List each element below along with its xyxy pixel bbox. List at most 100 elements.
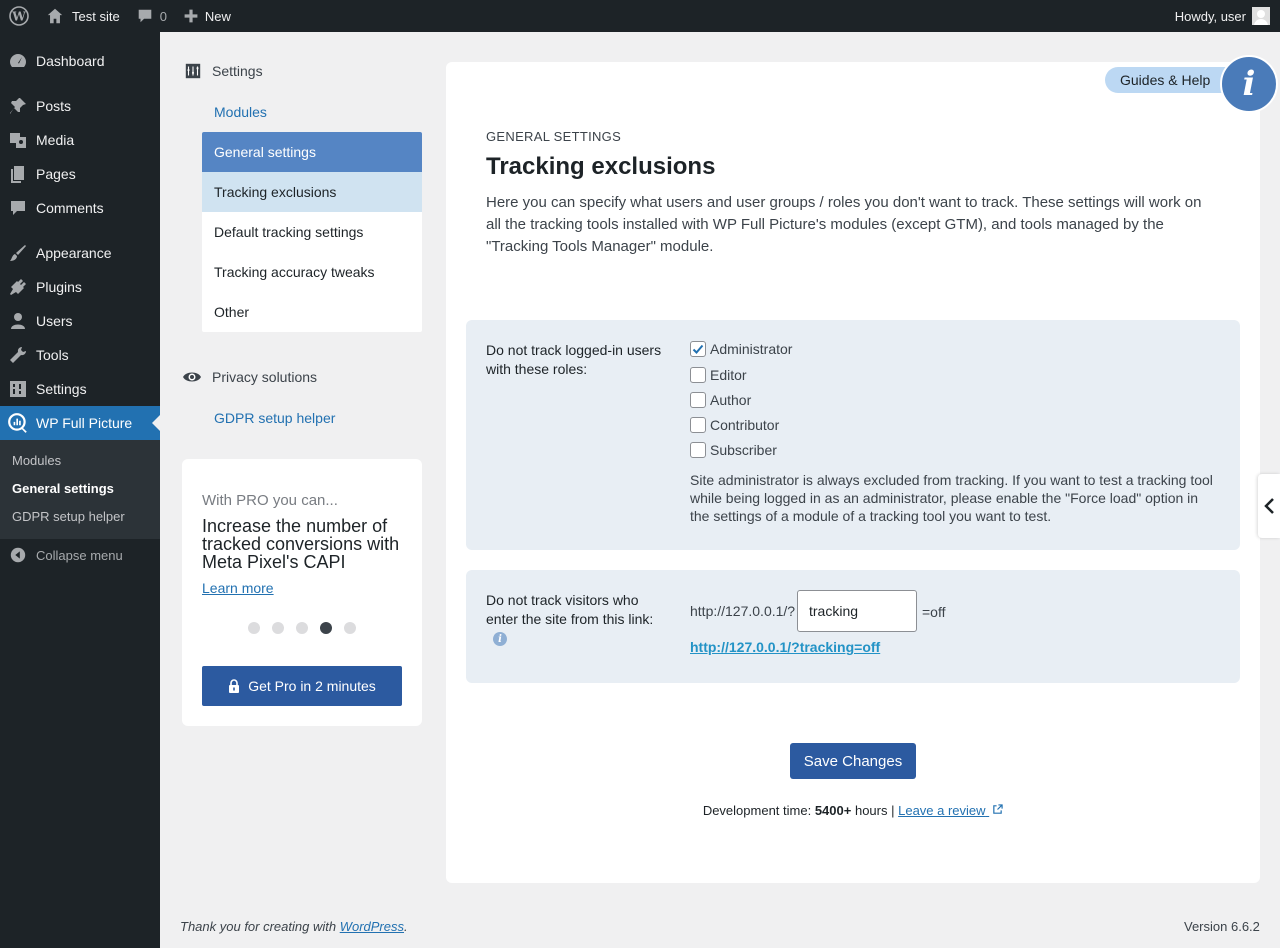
role-subscriber-label: Subscriber [710, 442, 777, 458]
slider-dot[interactable] [320, 622, 332, 634]
menu-item-appearance[interactable]: Appearance [0, 236, 160, 270]
promo-lead: With PRO you can... [202, 492, 338, 509]
menu-item-dashboard[interactable]: Dashboard [0, 44, 160, 78]
leave-review-link[interactable]: Leave a review [898, 803, 1003, 818]
modules-link[interactable]: Modules [214, 104, 267, 120]
dashboard-icon [10, 54, 26, 67]
menu-item-comments[interactable]: Comments [0, 191, 160, 225]
comment-icon [138, 9, 151, 23]
role-editor-row[interactable]: Editor [690, 367, 747, 383]
roles-field-label: Do not track logged-in users with these … [486, 342, 662, 377]
slider-dot[interactable] [344, 622, 356, 634]
nav-item-tracking-exclusions[interactable]: Tracking exclusions [202, 172, 422, 212]
link-field-box: Do not track visitors who enter the site… [466, 570, 1240, 683]
nav-item-other[interactable]: Other [202, 292, 422, 332]
role-subscriber-row[interactable]: Subscriber [690, 442, 777, 458]
menu-label-comments: Comments [36, 200, 104, 216]
menu-label-tools: Tools [36, 347, 69, 363]
footer-thanks: Thank you for creating with WordPress. [180, 919, 408, 934]
site-name: Test site [72, 8, 120, 24]
menu-item-tools[interactable]: Tools [0, 338, 160, 372]
submenu-item-gdpr-setup-helper[interactable]: GDPR setup helper [12, 509, 125, 524]
role-author-row[interactable]: Author [690, 392, 751, 408]
checkmark-icon [692, 344, 704, 354]
footer-thanks-suffix: . [404, 919, 408, 934]
menu-item-plugins[interactable]: Plugins [0, 270, 160, 304]
site-name-link[interactable]: Test site [38, 0, 128, 32]
promo-learn-more-link[interactable]: Learn more [202, 580, 274, 596]
analytics-icon [8, 413, 27, 433]
plus-icon [184, 9, 198, 23]
new-content-link[interactable]: New [175, 0, 239, 32]
role-subscriber-checkbox[interactable] [690, 442, 706, 458]
promo-title: Increase the number of tracked conversio… [202, 516, 400, 572]
url-prefix: http://127.0.0.1/? [690, 603, 796, 619]
greeting: Howdy, user [1174, 8, 1246, 24]
role-author-label: Author [710, 392, 752, 408]
menu-item-pages[interactable]: Pages [0, 157, 160, 191]
info-icon[interactable]: i [1220, 55, 1278, 113]
menu-label-pages: Pages [36, 166, 76, 182]
pro-promo-box: With PRO you can... Increase the number … [182, 459, 422, 726]
roles-field-box: Do not track logged-in users with these … [466, 320, 1240, 550]
slider-dot[interactable] [296, 622, 308, 634]
role-contributor-row[interactable]: Contributor [690, 417, 779, 433]
get-pro-button[interactable]: Get Pro in 2 minutes [202, 666, 402, 706]
media-icon [10, 133, 26, 148]
footer-thanks-prefix: Thank you for creating with [180, 919, 337, 934]
wrench-icon [10, 346, 27, 363]
tracking-param-input[interactable] [797, 590, 917, 632]
page-title: Tracking exclusions [486, 153, 716, 180]
menu-label-wp-full-picture: WP Full Picture [36, 415, 133, 431]
settings-heading: Settings [184, 62, 263, 80]
nav-item-general-settings[interactable]: General settings [202, 132, 422, 172]
section-label: General settings [486, 129, 622, 144]
menu-label-appearance: Appearance [36, 245, 112, 261]
privacy-heading: Privacy solutions [182, 368, 317, 386]
plug-icon [10, 279, 26, 295]
wordpress-logo-button[interactable]: W [0, 0, 38, 32]
menu-item-media[interactable]: Media [0, 123, 160, 157]
info-tooltip-icon[interactable]: i [493, 632, 507, 646]
role-editor-checkbox[interactable] [690, 367, 706, 383]
settings-heading-label: Settings [212, 63, 263, 79]
eye-icon [183, 372, 201, 382]
wp-full-picture-submenu: Modules General settings GDPR setup help… [0, 440, 160, 539]
menu-item-users[interactable]: Users [0, 304, 160, 338]
menu-item-settings[interactable]: Settings [0, 372, 160, 406]
pages-icon [11, 166, 24, 183]
save-changes-button[interactable]: Save Changes [790, 743, 916, 779]
roles-field-note: Site administrator is always excluded fr… [690, 472, 1213, 524]
menu-item-posts[interactable]: Posts [0, 89, 160, 123]
nav-item-default-tracking-settings[interactable]: Default tracking settings [202, 212, 422, 252]
chevron-left-icon [1264, 498, 1274, 514]
leave-review-label: Leave a review [898, 803, 986, 818]
dev-time-line: Development time: 5400+ hours | Leave a … [0, 803, 1280, 818]
role-administrator-label: Administrator [710, 341, 793, 357]
menu-label-media: Media [36, 132, 75, 148]
dev-time-suffix: hours | [854, 803, 895, 818]
side-panel-toggle[interactable] [1258, 474, 1280, 538]
comments-count: 0 [159, 8, 167, 24]
role-contributor-checkbox[interactable] [690, 417, 706, 433]
preview-link[interactable]: http://127.0.0.1/?tracking=off [690, 639, 880, 655]
submenu-item-modules[interactable]: Modules [12, 453, 61, 468]
collapse-menu-button[interactable]: Collapse menu [0, 542, 123, 568]
url-suffix: =off [922, 604, 946, 620]
gdpr-setup-helper-link[interactable]: GDPR setup helper [214, 410, 335, 426]
role-administrator-row[interactable]: Administrator [690, 341, 792, 357]
menu-label-dashboard: Dashboard [36, 53, 105, 69]
menu-item-wp-full-picture[interactable]: WP Full Picture [0, 406, 160, 440]
user-icon [11, 313, 25, 329]
nav-item-tracking-accuracy-tweaks[interactable]: Tracking accuracy tweaks [202, 252, 422, 292]
menu-label-settings: Settings [36, 381, 87, 397]
submenu-item-general-settings[interactable]: General settings [12, 481, 114, 496]
slider-dot[interactable] [272, 622, 284, 634]
role-administrator-checkbox[interactable] [690, 341, 706, 357]
wordpress-link[interactable]: WordPress [340, 919, 404, 934]
slider-dot[interactable] [248, 622, 260, 634]
comments-link[interactable]: 0 [128, 0, 175, 32]
my-account-link[interactable]: Howdy, user [1167, 0, 1280, 32]
wordpress-logo-icon: W [9, 6, 29, 26]
role-author-checkbox[interactable] [690, 392, 706, 408]
